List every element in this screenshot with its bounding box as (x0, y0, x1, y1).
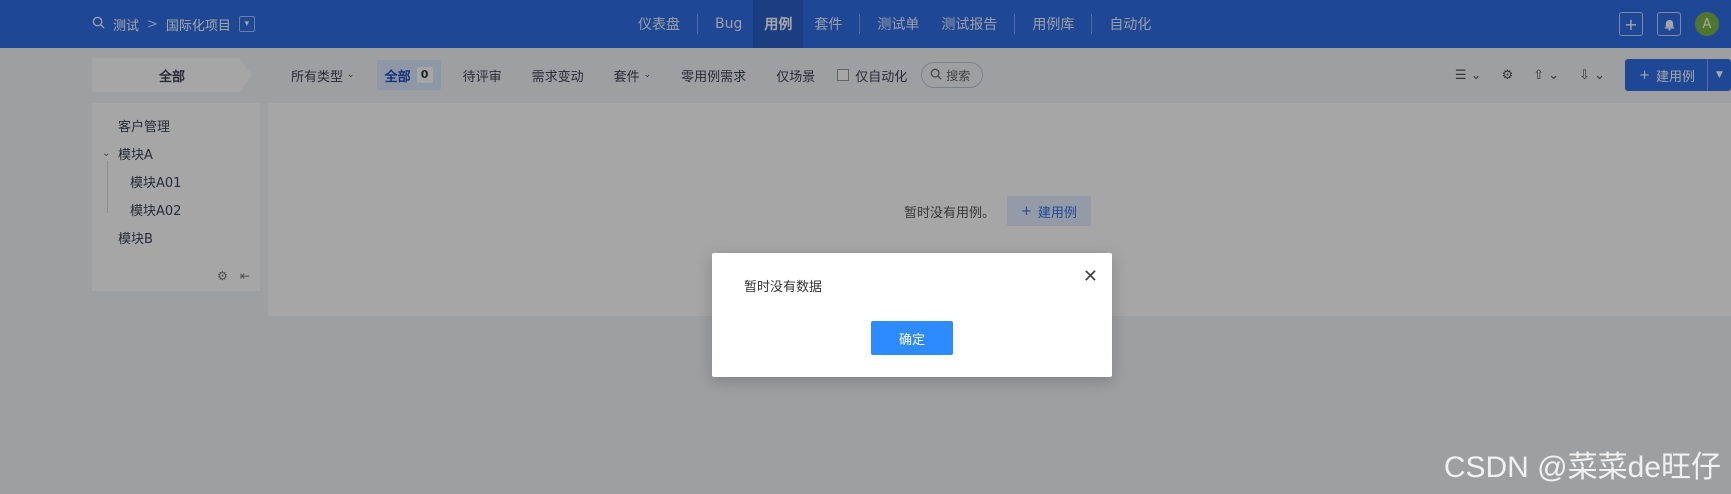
alert-dialog: 暂时没有数据 ✕ 确定 (712, 253, 1112, 377)
close-icon[interactable]: ✕ (1083, 268, 1098, 286)
watermark: CSDN @菜菜de旺仔 (1443, 451, 1721, 484)
confirm-button[interactable]: 确定 (871, 321, 953, 355)
dialog-message: 暂时没有数据 (744, 280, 823, 295)
modal-backdrop[interactable] (0, 0, 1731, 494)
